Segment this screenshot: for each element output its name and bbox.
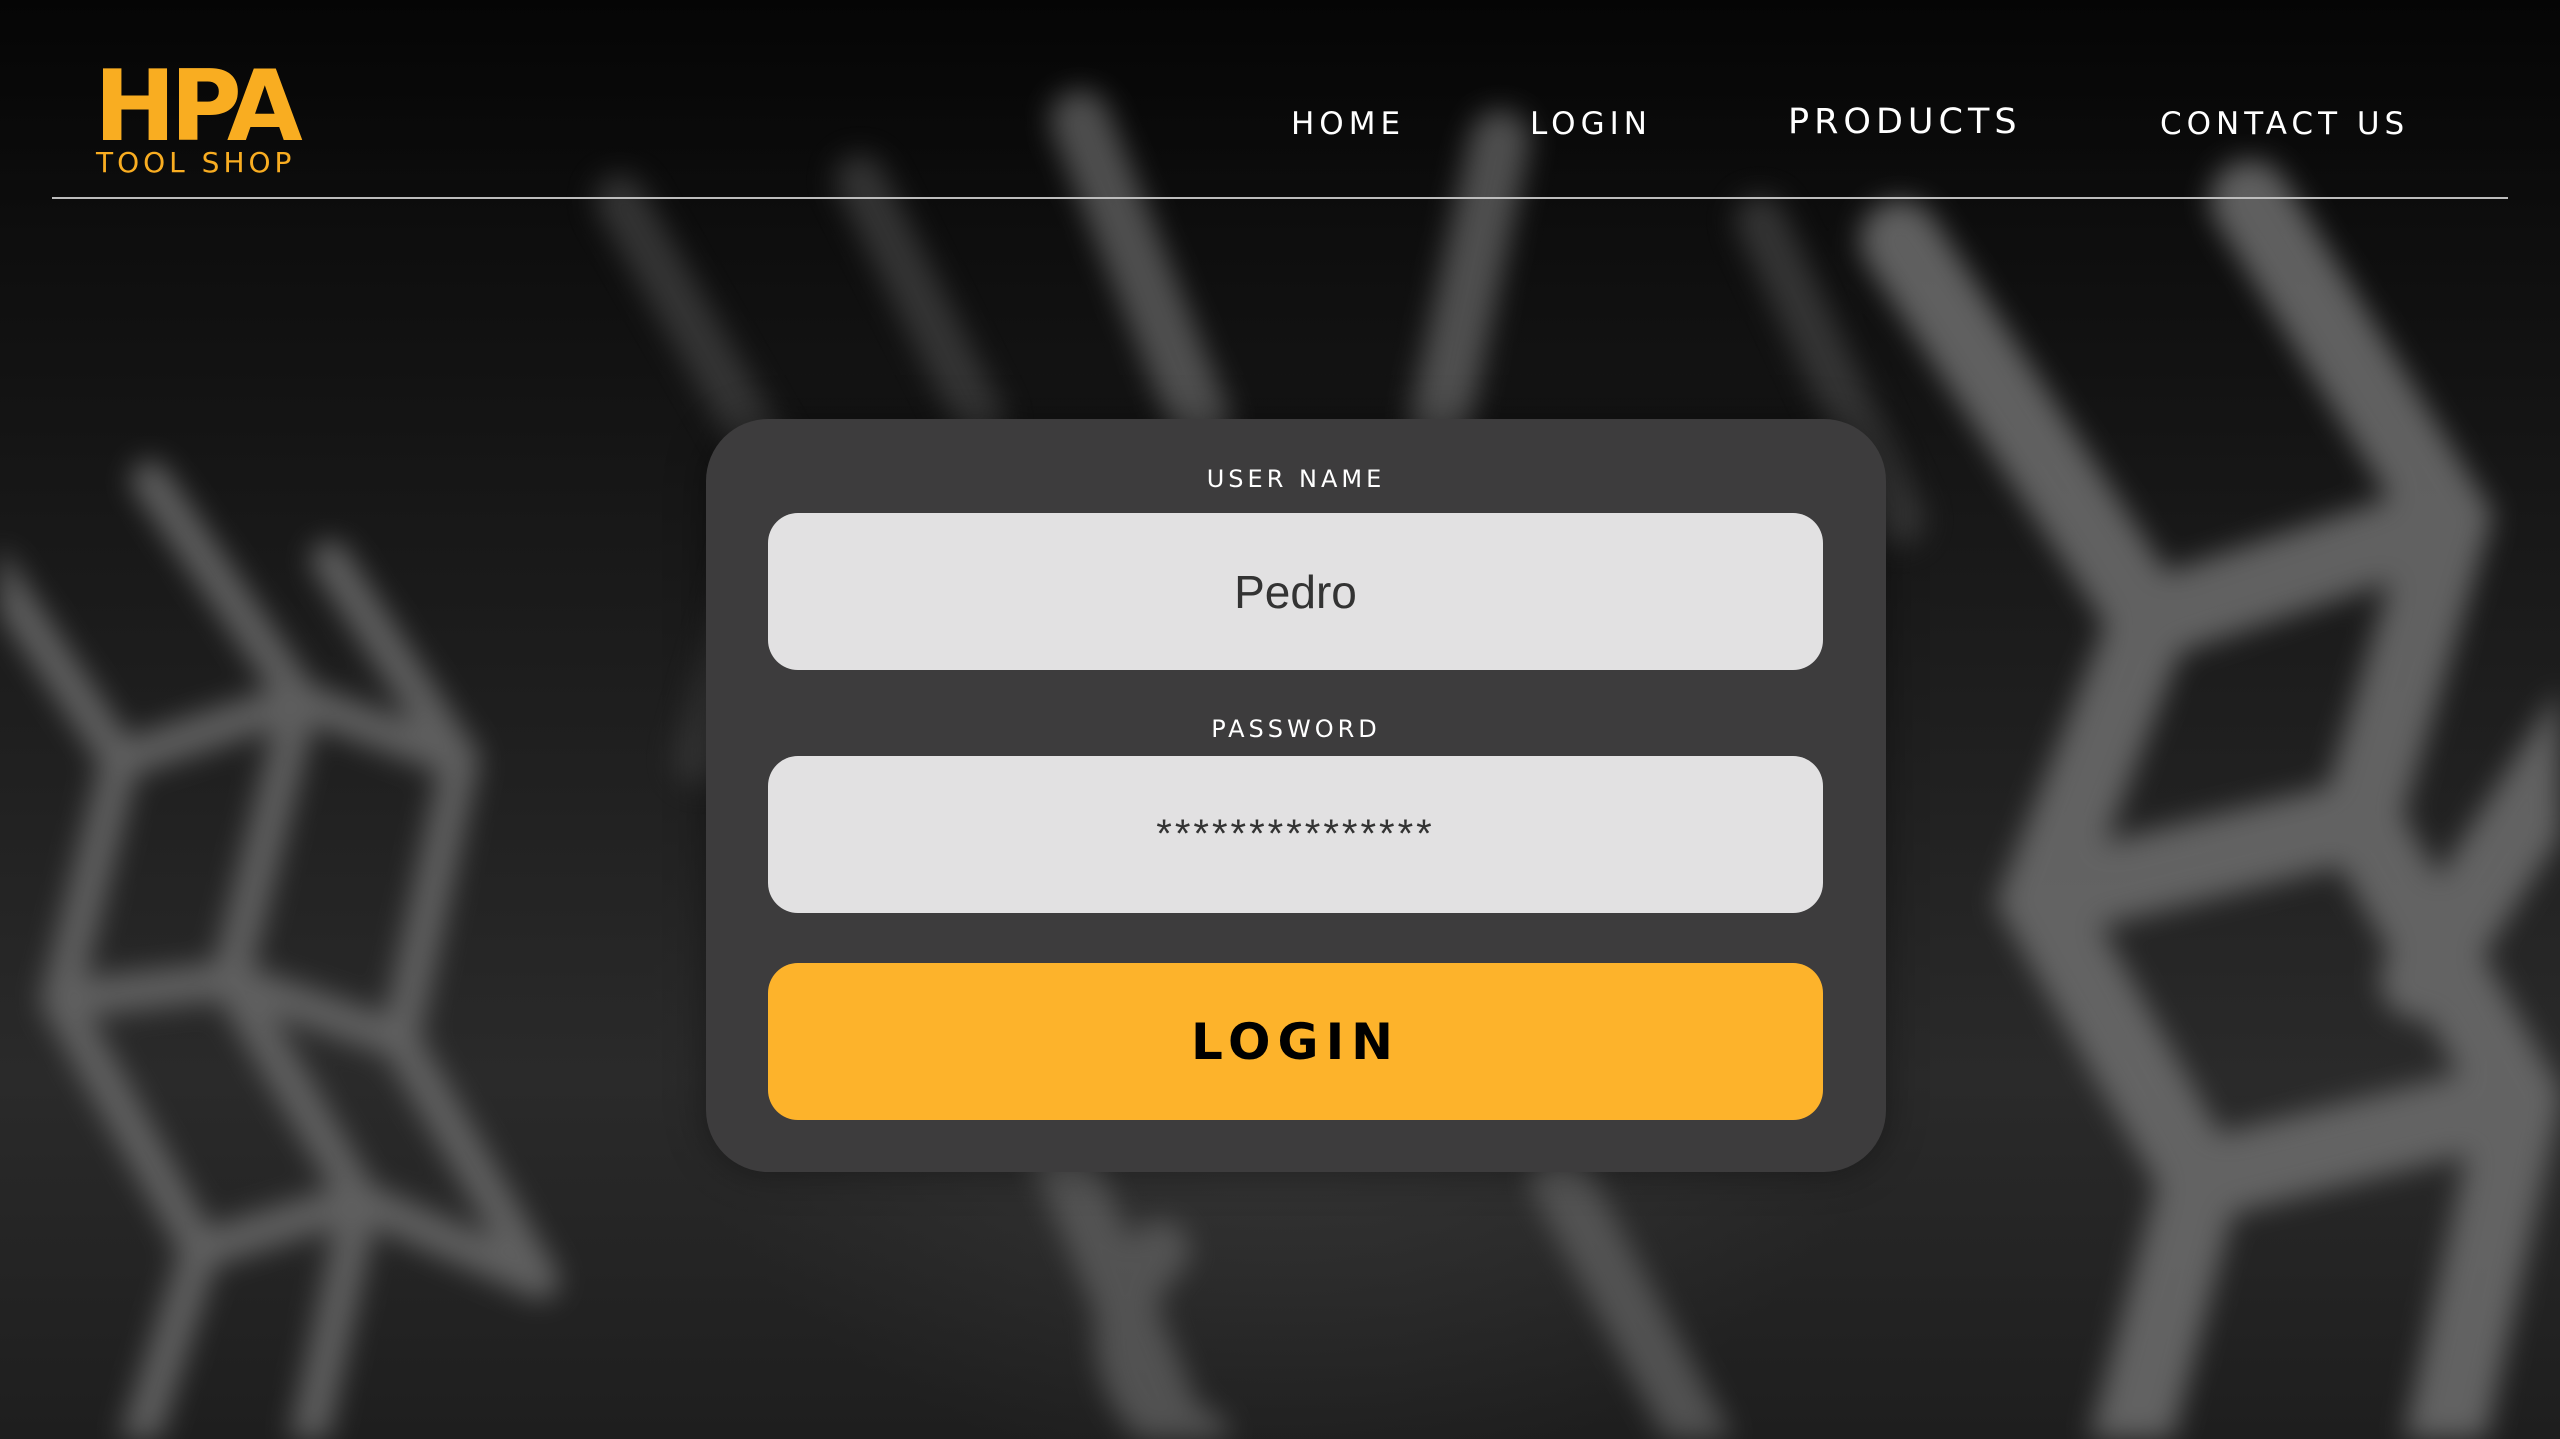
nav-link-home[interactable]: HOME xyxy=(1291,106,1405,142)
login-button[interactable]: LOGIN xyxy=(768,963,1823,1120)
username-input[interactable] xyxy=(768,513,1823,670)
login-card: USER NAME PASSWORD LOGIN xyxy=(706,419,1886,1172)
nav-link-contact-us[interactable]: CONTACT US xyxy=(2160,106,2409,142)
brand-logo[interactable]: HPA TOOL SHOP xyxy=(94,50,316,179)
page: HPA TOOL SHOP HOME LOGIN PRODUCTS CONTAC… xyxy=(0,0,2560,1439)
password-label: PASSWORD xyxy=(1211,715,1381,743)
username-label: USER NAME xyxy=(1206,465,1386,493)
logo-mark: HPA xyxy=(94,50,303,164)
logo-subtitle: TOOL SHOP xyxy=(96,146,296,179)
nav-link-login[interactable]: LOGIN xyxy=(1530,106,1652,142)
password-input[interactable] xyxy=(768,756,1823,913)
site-header: HPA TOOL SHOP HOME LOGIN PRODUCTS CONTAC… xyxy=(0,0,2560,199)
header-divider xyxy=(52,197,2508,199)
nav-link-products[interactable]: PRODUCTS xyxy=(1788,102,2022,142)
